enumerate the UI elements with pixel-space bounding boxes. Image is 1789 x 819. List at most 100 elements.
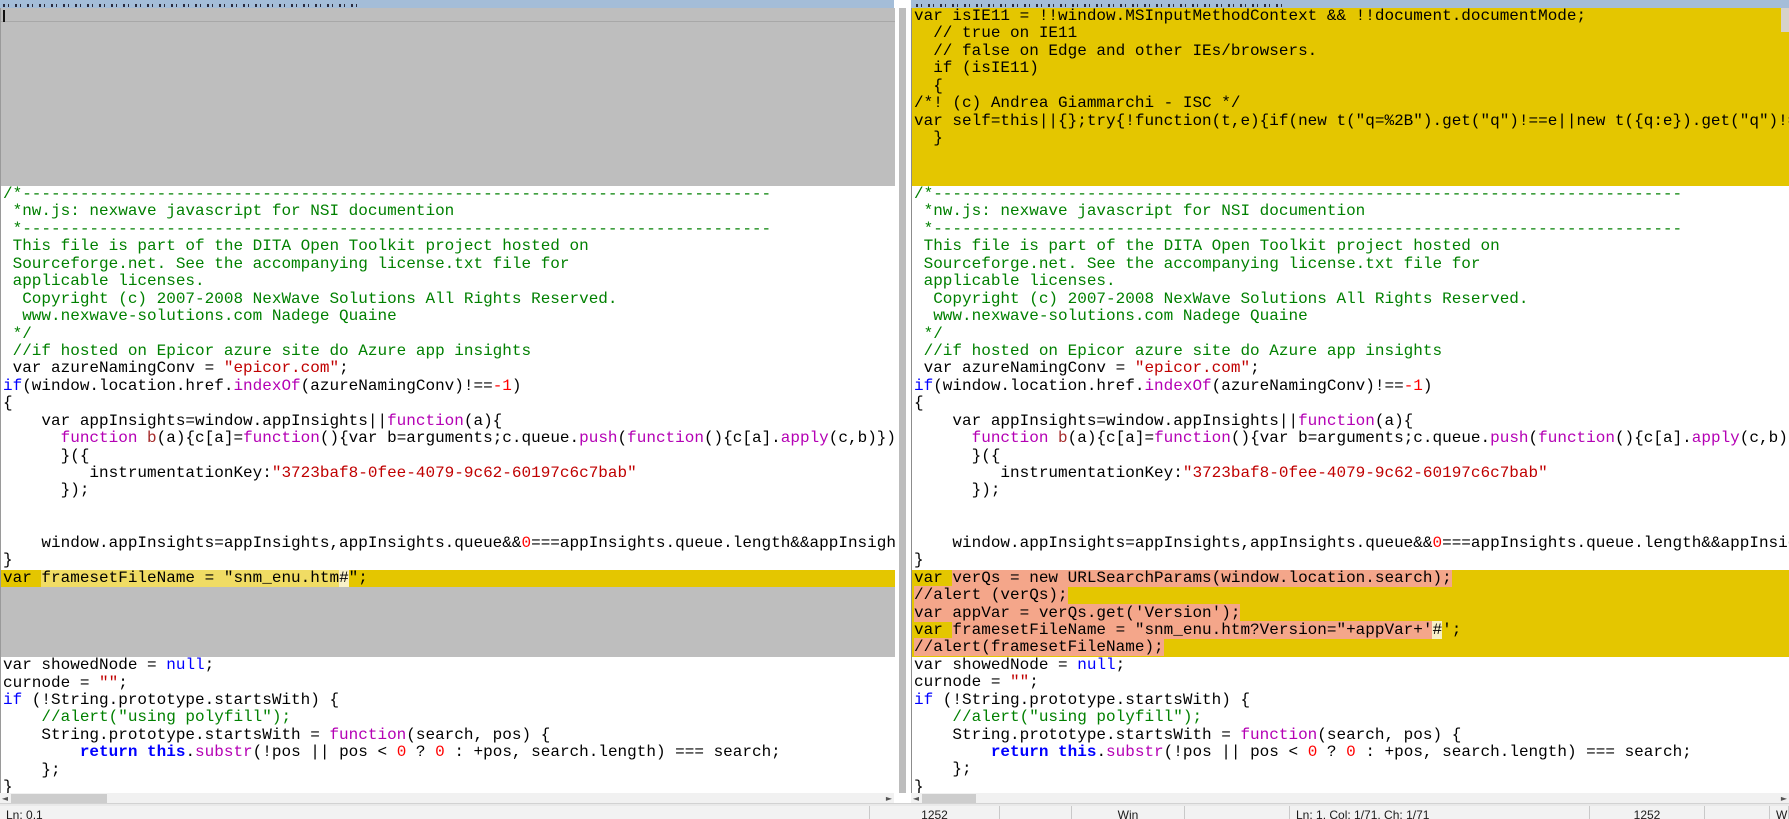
- code-token: //alert(framesetFileName);: [914, 638, 1164, 657]
- code-token: (!String.prototype.startsWith) {: [22, 690, 340, 709]
- code-line: // true on IE11: [912, 25, 1789, 42]
- code-token: (window.location.href.: [22, 376, 234, 395]
- code-token: ;: [204, 657, 215, 675]
- code-line: /*! (c) Andrea Giammarchi - ISC */: [912, 94, 1789, 112]
- code-token: // true on IE11: [914, 24, 1078, 43]
- code-token: Copyright (c) 2007-2008 NexWave Solution…: [914, 289, 1529, 308]
- code-token: indexOf: [1144, 376, 1212, 395]
- code-token: ?: [406, 743, 436, 762]
- code-line: */: [912, 324, 1789, 343]
- code-line: }: [1, 778, 895, 793]
- code-line: applicable licenses.: [912, 272, 1789, 290]
- code-token: (){var b=arguments;c.queue.: [1230, 429, 1491, 448]
- code-token: function: [60, 429, 138, 448]
- scrollbar-thumb[interactable]: [11, 794, 107, 803]
- code-token: .: [1096, 743, 1107, 761]
- code-token: push: [1490, 429, 1529, 448]
- code-line: }: [912, 777, 1789, 793]
- code-token: -1: [492, 376, 512, 395]
- code-token: //if hosted on Epicor azure site do Azur…: [3, 341, 532, 360]
- code-token: }: [3, 778, 13, 793]
- status-segment: 1252: [870, 806, 1000, 819]
- code-token: return: [79, 743, 138, 762]
- code-token: }: [3, 551, 13, 570]
- right-code-pane[interactable]: var isIE11 = !!window.MSInputMethodConte…: [911, 8, 1789, 793]
- code-token: -1: [1403, 376, 1423, 395]
- code-token: ;: [118, 673, 128, 692]
- code-token: if: [914, 376, 934, 395]
- status-segment: 1252: [1590, 806, 1705, 819]
- code-token: (azureNamingConv)!==: [300, 376, 493, 395]
- code-token: This file is part of the DITA Open Toolk…: [914, 237, 1500, 256]
- code-block: var showedNode = null; curnode = ""; if (!…: [912, 657, 1789, 793]
- code-token: curnode =: [914, 673, 1011, 692]
- code-token: */: [914, 324, 943, 343]
- code-token: "": [99, 673, 119, 692]
- code-line: return this.substr(!pos || pos < 0 ? 0 :…: [912, 743, 1789, 761]
- code-token: (){c[a].: [1614, 429, 1692, 448]
- code-token: (a){: [463, 411, 503, 430]
- code-token: var isIE11 = !!window.MSInputMethodConte…: [914, 8, 1587, 25]
- code-token: (){var b=arguments;c.queue.: [319, 429, 580, 448]
- code-line: };: [912, 761, 1789, 778]
- pane-splitter[interactable]: [899, 8, 906, 793]
- code-token: null: [1077, 656, 1116, 674]
- code-token: return: [990, 743, 1049, 761]
- vertical-scrollbar-top[interactable]: [1781, 8, 1789, 32]
- code-token: }({: [3, 446, 90, 465]
- code-token: applicable licenses.: [3, 272, 205, 291]
- code-token: (!pos || pos <: [252, 743, 397, 762]
- code-token: var appInsights=window.appInsights||: [3, 411, 388, 430]
- code-line: *---------------------------------------…: [912, 220, 1789, 238]
- code-token: function: [1240, 725, 1318, 744]
- left-code-pane[interactable]: /*--------------------------------------…: [0, 8, 895, 793]
- code-token: var showedNode =: [3, 657, 167, 675]
- code-token: substr: [1106, 743, 1164, 761]
- clipped-path-text: [3, 4, 361, 7]
- code-token: ;: [1029, 673, 1039, 692]
- code-token: apply: [780, 429, 829, 448]
- code-line: }({: [912, 447, 1789, 465]
- code-token: };: [3, 760, 61, 779]
- status-segment: Ln: 0.1: [0, 806, 870, 819]
- code-token: ";: [348, 569, 368, 587]
- code-line: *nw.js: nexwave javascript for NSI docum…: [1, 203, 895, 220]
- code-line: /*--------------------------------------…: [912, 186, 1789, 203]
- code-token: /*--------------------------------------…: [914, 186, 1683, 203]
- code-line: Sourceforge.net. See the accompanying li…: [1, 254, 895, 273]
- status-segment: [1705, 806, 1770, 819]
- code-token: //alert("using polyfill");: [3, 708, 292, 727]
- changed-lines-block: var verQs = new URLSearchParams(window.l…: [912, 569, 1789, 657]
- status-segment: Win: [1072, 806, 1185, 819]
- code-token: window.appInsights=appInsights,appInsigh…: [914, 533, 1433, 552]
- code-line: www.nexwave-solutions.com Nadege Quaine: [912, 307, 1789, 325]
- code-token: Sourceforge.net. See the accompanying li…: [3, 254, 570, 273]
- code-token: {: [3, 394, 13, 413]
- scrollbar-thumb[interactable]: [922, 794, 976, 803]
- code-token: this: [147, 743, 186, 762]
- diff-block-divider: [1, 21, 895, 22]
- code-line: Copyright (c) 2007-2008 NexWave Solution…: [1, 289, 895, 308]
- code-line: String.prototype.startsWith = function(s…: [912, 725, 1789, 744]
- code-token: : +pos, search.length) === search;: [1355, 743, 1692, 761]
- code-token: curnode =: [3, 673, 100, 692]
- code-line: return this.substr(!pos || pos < 0 ? 0 :…: [1, 744, 895, 761]
- code-token: }: [914, 777, 924, 793]
- code-token: String.prototype.startsWith =: [914, 725, 1241, 744]
- code-line: *---------------------------------------…: [1, 219, 895, 238]
- code-token: function: [971, 429, 1049, 448]
- code-token: });: [3, 481, 90, 500]
- status-segment: W: [1770, 806, 1789, 819]
- code-token: #: [1432, 620, 1443, 639]
- code-token: (c,b)})}}var c={config:a}: [828, 429, 895, 448]
- code-line: {: [912, 395, 1789, 412]
- code-token: Copyright (c) 2007-2008 NexWave Solution…: [3, 289, 618, 308]
- code-token: ===appInsights.queue.length&&appInsights…: [1442, 533, 1789, 552]
- code-token: *---------------------------------------…: [3, 219, 772, 238]
- code-line: }: [912, 129, 1789, 147]
- code-line: instrumentationKey:"3723baf8-0fee-4079-9…: [1, 464, 895, 482]
